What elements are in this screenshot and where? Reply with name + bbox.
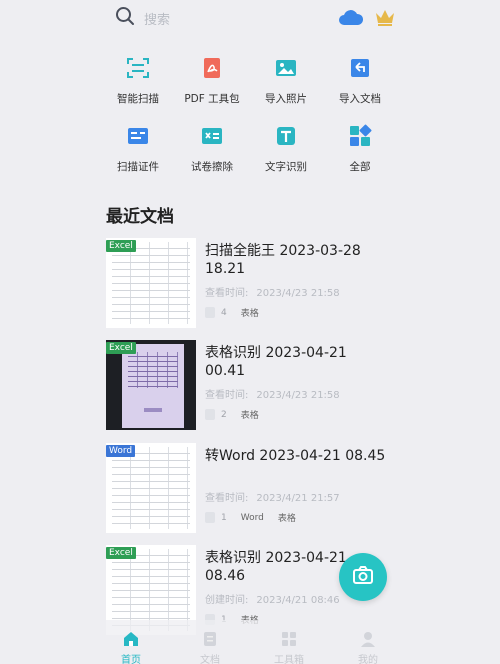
toolbox-icon <box>280 630 298 648</box>
nav-label: 首页 <box>121 655 141 664</box>
word-badge: Word <box>106 445 136 457</box>
document-time: 查看时间: 2023/4/23 21:58 <box>205 390 340 401</box>
import-document-icon <box>347 55 373 81</box>
excel-badge: Excel <box>106 342 136 354</box>
tool-label: 全部 <box>349 161 371 173</box>
tool-import-document[interactable]: 导入文档 <box>315 55 405 106</box>
erase-icon <box>199 123 225 149</box>
profile-icon <box>359 630 377 648</box>
document-thumbnail: Word <box>106 443 196 533</box>
page-count-icon <box>205 307 215 318</box>
nav-label: 我的 <box>358 655 378 664</box>
all-apps-icon <box>347 123 373 149</box>
document-item[interactable]: Excel 表格识别 2023-04-21 00.41 查看时间: 2023/4/… <box>106 340 406 432</box>
search-placeholder: 搜索 <box>144 12 171 28</box>
tag[interactable]: Word <box>241 513 264 523</box>
cloud-sync-icon[interactable] <box>338 8 364 26</box>
home-icon <box>122 630 140 648</box>
tag[interactable]: 表格 <box>241 306 259 319</box>
search-bar[interactable]: 搜索 <box>115 7 170 29</box>
page-count: 4 <box>221 307 227 318</box>
camera-icon <box>352 564 374 590</box>
nav-profile[interactable]: 我的 <box>338 630 398 664</box>
recent-documents-title: 最近文档 <box>106 207 174 227</box>
tag[interactable]: 表格 <box>278 511 296 524</box>
pdf-icon <box>199 55 225 81</box>
page-count-icon <box>205 512 215 523</box>
excel-badge: Excel <box>106 547 136 559</box>
bottom-navigation: 首页 文档 工具箱 我的 <box>0 620 500 664</box>
page-count: 1 <box>221 512 227 523</box>
document-tags: 2 表格 <box>205 408 273 421</box>
id-card-icon <box>125 123 151 149</box>
import-photo-icon <box>273 55 299 81</box>
document-title: 表格识别 2023-04-21 00.41 <box>205 345 347 379</box>
document-title: 扫描全能王 2023-03-28 18.21 <box>205 243 361 277</box>
smart-scan-icon <box>125 55 151 81</box>
document-time: 创建时间: 2023/4/21 08:46 <box>205 595 340 606</box>
nav-home[interactable]: 首页 <box>101 630 161 664</box>
page-count: 2 <box>221 409 227 420</box>
document-thumbnail: Excel <box>106 340 196 430</box>
document-item[interactable]: Excel 扫描全能王 2023-03-28 18.21 查看时间: 2023/4… <box>106 238 406 330</box>
tag[interactable]: 表格 <box>241 408 259 421</box>
page-count-icon <box>205 409 215 420</box>
documents-icon <box>201 630 219 648</box>
document-time: 查看时间: 2023/4/23 21:58 <box>205 288 340 299</box>
tool-label: 导入文档 <box>339 93 381 105</box>
document-time: 查看时间: 2023/4/21 21:57 <box>205 493 340 504</box>
tool-all[interactable]: 全部 <box>315 123 405 174</box>
document-item[interactable]: Word 转Word 2023-04-21 08.45 查看时间: 2023/4/… <box>106 443 406 535</box>
camera-button[interactable] <box>339 553 387 601</box>
document-title: 转Word 2023-04-21 08.45 <box>205 448 386 464</box>
search-icon <box>115 6 135 30</box>
nav-toolbox[interactable]: 工具箱 <box>259 630 319 664</box>
top-bar: 搜索 <box>0 0 500 36</box>
nav-documents[interactable]: 文档 <box>180 630 240 664</box>
document-tags: 4 表格 <box>205 306 273 319</box>
crown-icon[interactable] <box>374 7 396 27</box>
nav-label: 工具箱 <box>274 655 304 664</box>
excel-badge: Excel <box>106 240 136 252</box>
document-tags: 1 Word 表格 <box>205 511 310 524</box>
text-recognition-icon <box>273 123 299 149</box>
nav-label: 文档 <box>200 655 220 664</box>
document-thumbnail: Excel <box>106 238 196 328</box>
